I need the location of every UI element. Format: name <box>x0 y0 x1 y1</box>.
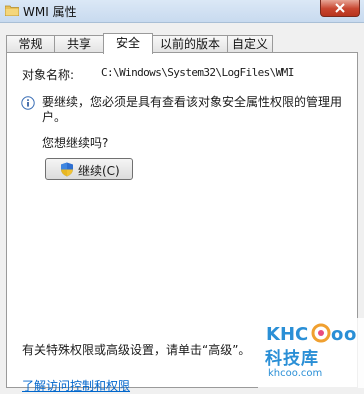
access-control-help-link[interactable]: 了解访问控制和权限 <box>22 377 130 394</box>
info-icon <box>21 96 35 110</box>
tab-sharing[interactable]: 共享 <box>54 35 104 53</box>
object-name-value: C:\Windows\System32\LogFiles\WMI <box>101 66 294 79</box>
watermark-url: khcoo.com <box>268 368 323 379</box>
permission-message: 要继续，您必须是具有查看该对象安全属性权限的管理用户。 <box>42 95 343 124</box>
svg-text:o: o <box>344 324 356 345</box>
continue-button-label: 继续(C) <box>78 164 120 178</box>
window-title: WMI 属性 <box>23 5 77 19</box>
tab-customize[interactable]: 自定义 <box>227 35 273 53</box>
close-icon <box>335 3 345 13</box>
uac-shield-icon <box>61 162 73 177</box>
advanced-settings-text: 有关特殊权限或高级设置，请单击“高级”。 <box>22 343 251 357</box>
tab-general[interactable]: 常规 <box>6 35 55 53</box>
svg-text:o: o <box>331 324 343 345</box>
watermark-brand: 科技库 <box>265 349 319 369</box>
tab-strip: 常规 共享 安全 以前的版本 自定义 <box>0 33 364 54</box>
close-button[interactable] <box>320 0 360 17</box>
tab-security[interactable]: 安全 <box>103 33 153 54</box>
tab-previous-versions[interactable]: 以前的版本 <box>152 35 228 53</box>
folder-icon <box>5 5 19 16</box>
svg-text:KHC: KHC <box>266 324 308 345</box>
continue-question: 您想继续吗? <box>42 136 109 150</box>
object-name-label: 对象名称: <box>22 68 75 82</box>
title-bar[interactable]: WMI 属性 <box>0 0 364 23</box>
continue-button[interactable]: 继续(C) <box>45 158 133 180</box>
